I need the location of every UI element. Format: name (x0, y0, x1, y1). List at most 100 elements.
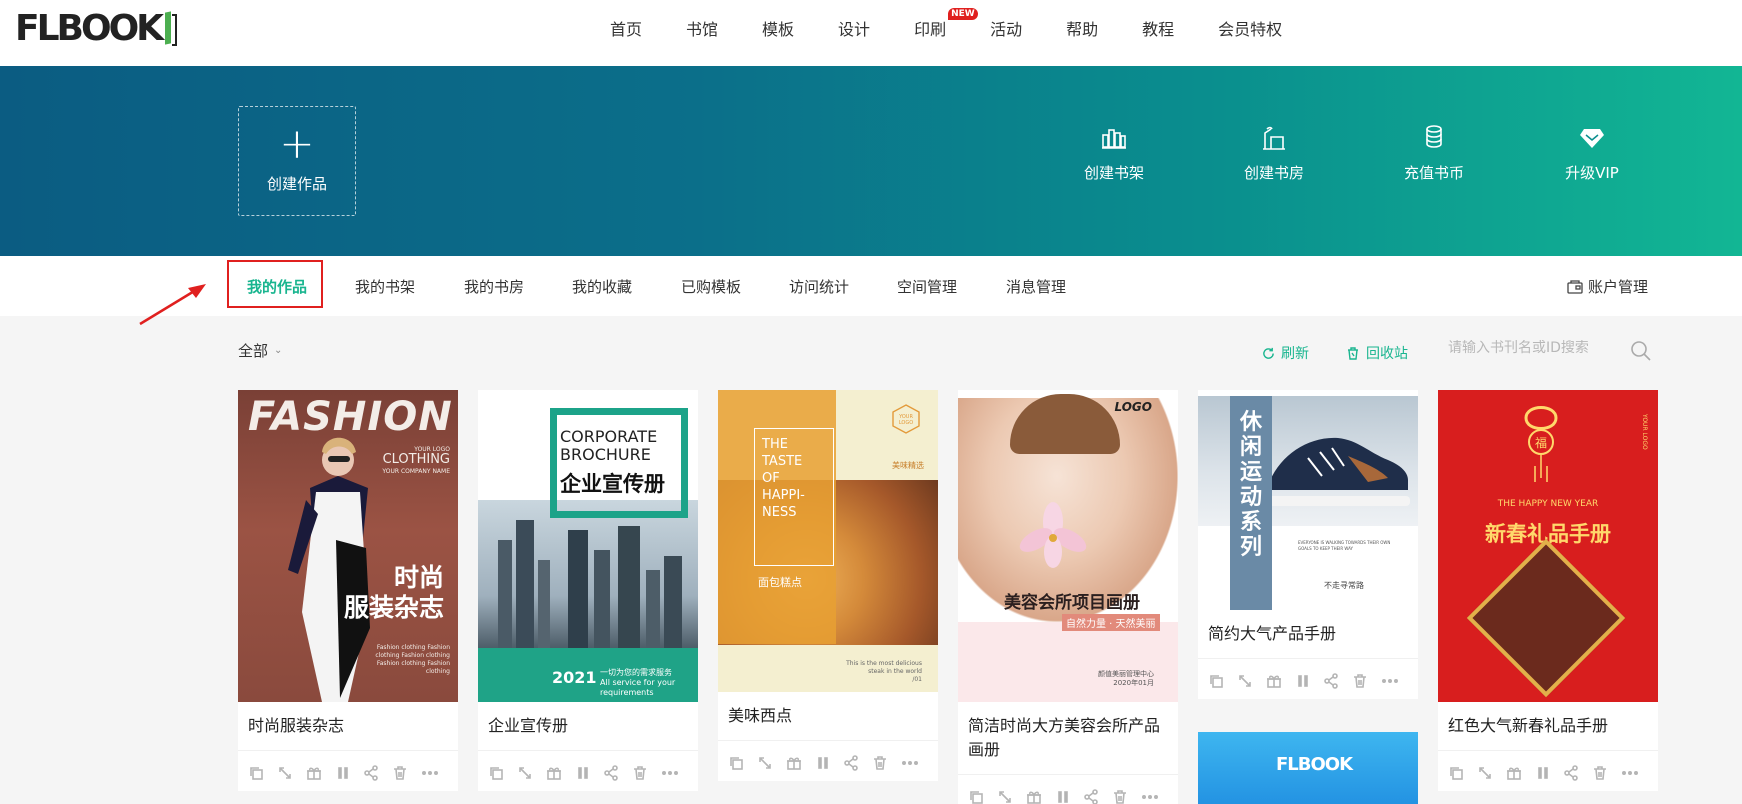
pause-icon[interactable] (1295, 673, 1324, 689)
pause-icon[interactable] (815, 755, 844, 771)
copy-icon[interactable] (968, 789, 997, 804)
pause-icon[interactable] (1055, 789, 1084, 804)
gift-icon[interactable] (1266, 673, 1295, 689)
category-filter-dropdown[interactable]: 全部 ⌄ (238, 340, 282, 361)
upgrade-vip-button[interactable]: 升级VIP (1542, 124, 1642, 183)
work-cover-corporate[interactable]: CORPORATE BROCHURE 企业宣传册 2021 一切为您的需求服务 Al… (478, 390, 698, 702)
share-icon[interactable] (1563, 765, 1592, 781)
tab-my-favorites[interactable]: 我的收藏 (572, 276, 632, 297)
refresh-icon (1263, 347, 1274, 359)
share-icon[interactable] (843, 755, 872, 771)
work-cover-fashion[interactable]: FASHION YOUR LOGO CLOTHING YOUR COMPANY … (238, 390, 458, 702)
work-card-pastry[interactable]: THE TASTE OF HAPPI- NESS 面包糕点 YOUR LOGO 美味精选 … (718, 390, 938, 781)
more-icon[interactable] (1141, 789, 1170, 804)
tab-space-management[interactable]: 空间管理 (897, 276, 957, 297)
more-icon[interactable] (661, 765, 690, 781)
delete-icon[interactable] (1592, 765, 1621, 781)
work-title[interactable]: 美味西点 (718, 692, 938, 741)
cover-beauty-footer: 颜值美丽管理中心 2020年01月 (1098, 670, 1154, 687)
share-link-icon[interactable] (997, 789, 1026, 804)
nav-help[interactable]: 帮助 (1066, 16, 1098, 40)
cover-corporate-footer: 2021 一切为您的需求服务 All service for your requi… (478, 648, 698, 702)
svg-text:LOGO: LOGO (899, 420, 913, 426)
flbook-logo[interactable]: FLBOOK (15, 8, 178, 49)
account-management-link[interactable]: 账户管理 (1567, 276, 1648, 297)
account-management-label: 账户管理 (1587, 278, 1648, 296)
create-study-room-label: 创建书房 (1243, 164, 1304, 182)
delete-icon[interactable] (1352, 673, 1381, 689)
nav-tutorial[interactable]: 教程 (1142, 16, 1174, 40)
work-cover-newyear[interactable]: 福 YOUR LOGO THE HAPPY NEW YEAR 新春礼品手册 (1438, 390, 1658, 702)
nav-templates[interactable]: 模板 (762, 16, 794, 40)
nav-activity[interactable]: 活动 (990, 16, 1022, 40)
share-link-icon[interactable] (277, 765, 306, 781)
work-cover-shoe[interactable]: 休闲运动系列 EVERYONE IS WALKING TOWARDS THEIR… (1198, 390, 1418, 610)
tab-my-bookshelf[interactable]: 我的书架 (355, 276, 415, 297)
more-icon[interactable] (421, 765, 450, 781)
work-cover-beauty[interactable]: LOGO 美容会所项目画册 自然力量 · 天然美丽 颜值美丽管理中心 2020年0… (958, 390, 1178, 702)
work-cover-pastry[interactable]: THE TASTE OF HAPPI- NESS 面包糕点 YOUR LOGO 美味精选 … (718, 390, 938, 692)
pause-icon[interactable] (335, 765, 364, 781)
gift-icon[interactable] (546, 765, 575, 781)
copy-icon[interactable] (488, 765, 517, 781)
nav-print[interactable]: 印刷 NEW (914, 8, 978, 40)
work-card-beauty[interactable]: LOGO 美容会所项目画册 自然力量 · 天然美丽 颜值美丽管理中心 2020年0… (958, 390, 1178, 804)
recharge-coins-button[interactable]: 充值书币 (1384, 124, 1484, 183)
nav-design[interactable]: 设计 (838, 16, 870, 40)
work-title[interactable]: 时尚服装杂志 (238, 702, 458, 751)
gift-icon[interactable] (786, 755, 815, 771)
work-cover-blue[interactable]: FLBOOK (1198, 732, 1418, 804)
gift-icon[interactable] (1506, 765, 1535, 781)
nav-library[interactable]: 书馆 (686, 16, 718, 40)
work-card-corporate[interactable]: CORPORATE BROCHURE 企业宣传册 2021 一切为您的需求服务 Al… (478, 390, 698, 791)
gift-icon[interactable] (306, 765, 335, 781)
share-icon[interactable] (603, 765, 632, 781)
search-input[interactable] (1448, 340, 1628, 356)
work-title[interactable]: 红色大气新春礼品手册 (1438, 702, 1658, 751)
create-bookshelf-button[interactable]: 创建书架 (1064, 124, 1164, 183)
tab-message-management[interactable]: 消息管理 (1006, 276, 1066, 297)
nav-vip-privileges[interactable]: 会员特权 (1218, 16, 1282, 40)
work-actions (1198, 659, 1418, 699)
share-icon[interactable] (1083, 789, 1112, 804)
pause-icon[interactable] (1535, 765, 1564, 781)
copy-icon[interactable] (1208, 673, 1237, 689)
copy-icon[interactable] (1448, 765, 1477, 781)
share-link-icon[interactable] (1477, 765, 1506, 781)
delete-icon[interactable] (1112, 789, 1141, 804)
delete-icon[interactable] (632, 765, 661, 781)
search-icon[interactable] (1630, 340, 1652, 362)
create-work-button[interactable]: + 创建作品 (238, 106, 356, 216)
work-card-fashion[interactable]: FASHION YOUR LOGO CLOTHING YOUR COMPANY … (238, 390, 458, 791)
delete-icon[interactable] (392, 765, 421, 781)
nav-home[interactable]: 首页 (610, 16, 642, 40)
more-icon[interactable] (901, 755, 930, 771)
work-card-newyear[interactable]: 福 YOUR LOGO THE HAPPY NEW YEAR 新春礼品手册 红色… (1438, 390, 1658, 791)
copy-icon[interactable] (248, 765, 277, 781)
more-icon[interactable] (1381, 673, 1410, 689)
work-card-blue[interactable]: FLBOOK (1198, 732, 1418, 804)
share-icon[interactable] (1323, 673, 1352, 689)
share-icon[interactable] (363, 765, 392, 781)
copy-icon[interactable] (728, 755, 757, 771)
share-link-icon[interactable] (757, 755, 786, 771)
work-card-shoe[interactable]: 休闲运动系列 EVERYONE IS WALKING TOWARDS THEIR… (1198, 390, 1418, 699)
tab-my-works[interactable]: 我的作品 (247, 276, 307, 297)
more-icon[interactable] (1621, 765, 1650, 781)
work-title[interactable]: 简洁时尚大方美容会所产品画册 (958, 702, 1178, 775)
share-link-icon[interactable] (517, 765, 546, 781)
gift-icon[interactable] (1026, 789, 1055, 804)
share-link-icon[interactable] (1237, 673, 1266, 689)
delete-icon[interactable] (872, 755, 901, 771)
tab-visit-statistics[interactable]: 访问统计 (789, 276, 849, 297)
tab-purchased-templates[interactable]: 已购模板 (681, 276, 741, 297)
pause-icon[interactable] (575, 765, 604, 781)
tab-my-study-room[interactable]: 我的书房 (464, 276, 524, 297)
recycle-bin-button[interactable]: 回收站 (1346, 343, 1408, 363)
create-study-room-button[interactable]: 创建书房 (1224, 124, 1324, 183)
work-title[interactable]: 企业宣传册 (478, 702, 698, 751)
cover-corporate-en: CORPORATE BROCHURE (560, 427, 658, 464)
work-title[interactable]: 简约大气产品手册 (1198, 610, 1418, 659)
refresh-button[interactable]: 刷新 (1262, 343, 1309, 363)
plus-icon: + (279, 119, 315, 168)
